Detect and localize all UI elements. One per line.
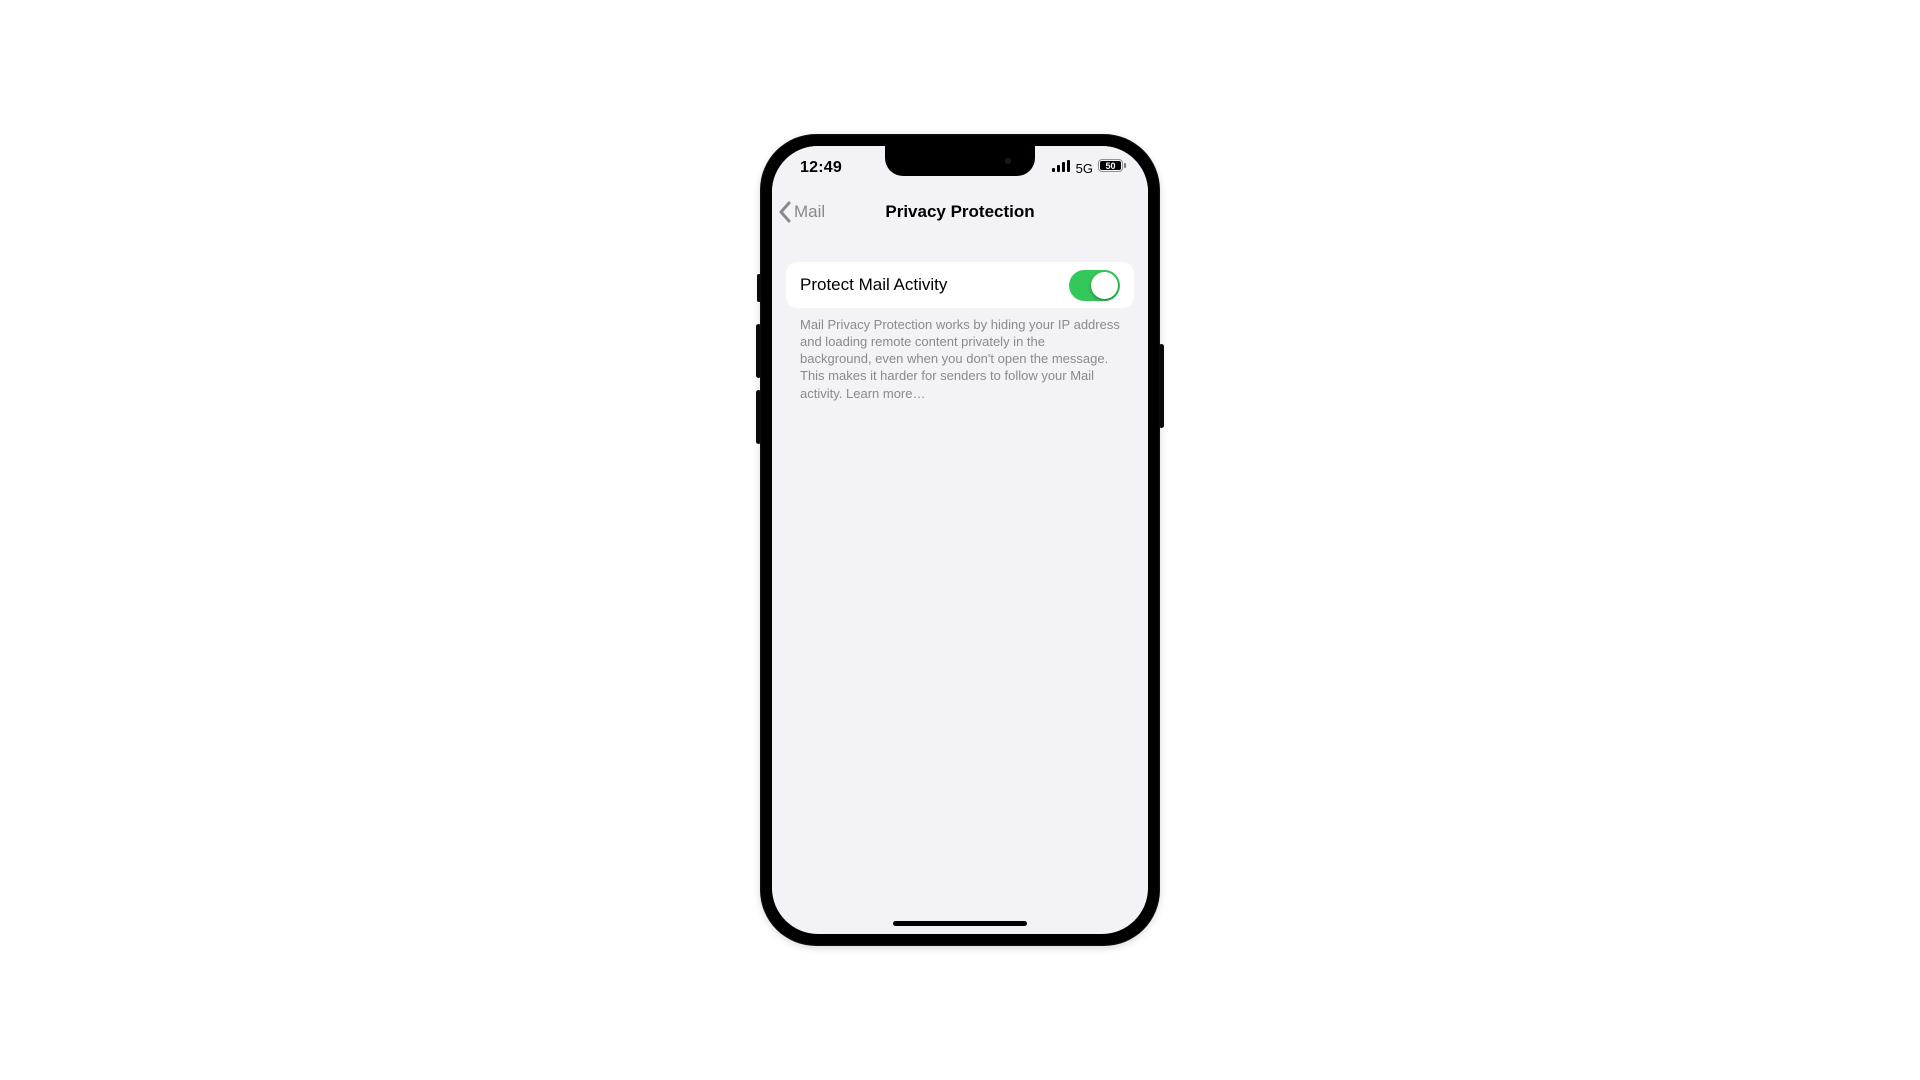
navigation-bar: Mail Privacy Protection	[772, 190, 1148, 234]
device-frame: 12:49 5G 50	[760, 134, 1160, 946]
chevron-left-icon	[778, 201, 792, 223]
status-right: 5G 50	[1052, 159, 1126, 177]
battery-icon: 50	[1098, 159, 1126, 177]
svg-text:50: 50	[1105, 161, 1115, 171]
content-area: Protect Mail Activity Mail Privacy Prote…	[772, 234, 1148, 934]
front-camera-icon	[1005, 158, 1011, 164]
setting-description: Mail Privacy Protection works by hiding …	[786, 308, 1134, 402]
network-type-label: 5G	[1076, 161, 1093, 176]
back-button-label: Mail	[794, 202, 825, 222]
home-indicator[interactable]	[893, 921, 1027, 926]
protect-mail-activity-row: Protect Mail Activity	[786, 262, 1134, 308]
setting-label: Protect Mail Activity	[800, 275, 947, 295]
screen: 12:49 5G 50	[772, 146, 1148, 934]
notch	[885, 146, 1035, 176]
protect-mail-activity-toggle[interactable]	[1069, 270, 1120, 301]
mute-switch	[757, 274, 761, 302]
volume-up-button	[756, 324, 761, 378]
status-time: 12:49	[800, 159, 842, 177]
volume-down-button	[756, 390, 761, 444]
cellular-signal-icon	[1052, 159, 1070, 177]
toggle-knob	[1091, 272, 1118, 299]
side-button	[1159, 344, 1164, 428]
learn-more-link[interactable]: Learn more…	[846, 386, 925, 401]
page-title: Privacy Protection	[772, 202, 1148, 222]
back-button[interactable]: Mail	[772, 201, 825, 223]
